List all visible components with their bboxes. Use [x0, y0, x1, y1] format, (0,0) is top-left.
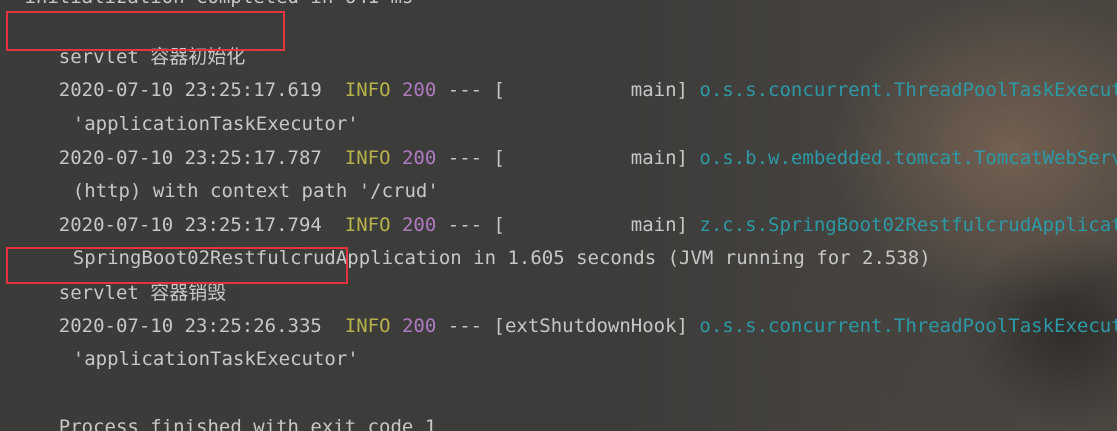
highlight-box-destroy: [6, 247, 348, 284]
log-continuation: (http) with context path '/crud': [27, 149, 439, 202]
log-pid: 200: [401, 79, 437, 101]
log-line: 2020-07-10 23:25:26.335 INFO 200 --- [ex…: [13, 284, 1117, 337]
console-output: initialization completed in 641 ms servl…: [0, 0, 1117, 431]
exit-message: Process finished with exit code 1: [58, 416, 437, 431]
log-message: 'applicationTaskExecutor': [72, 348, 359, 370]
highlight-box-init: [6, 11, 285, 51]
log-pid: 200: [401, 315, 437, 337]
log-separator: --- [: [436, 315, 505, 337]
log-thread: main]: [504, 147, 688, 169]
log-thread: main]: [504, 79, 688, 101]
log-line: 2020-07-10 23:25:17.794 INFO 200 --- [ m…: [13, 183, 1117, 236]
log-continuation: 'applicationTaskExecutor': [27, 317, 359, 370]
log-continuation: SpringBoot02RestfulcrudApplication in 1.…: [27, 216, 931, 269]
console-line-cut: initialization completed in 641 ms: [13, 0, 413, 11]
log-logger: o.s.s.concurrent.ThreadPoolTaskExecutor: [687, 79, 1117, 101]
log-continuation: 'applicationTaskExecutor': [27, 82, 359, 135]
log-thread: extShutdownHook]: [504, 315, 688, 337]
log-separator: --- [: [436, 79, 505, 101]
log-separator: --- [: [436, 147, 505, 169]
log-logger: o.s.b.w.embedded.tomcat.TomcatWebServer: [687, 147, 1117, 169]
log-line: 2020-07-10 23:25:17.787 INFO 200 --- [ m…: [13, 116, 1117, 169]
console-line-exit: Process finished with exit code 1: [13, 385, 437, 431]
log-logger: o.s.s.concurrent.ThreadPoolTaskExecutor: [687, 315, 1117, 337]
log-line: 2020-07-10 23:25:17.619 INFO 200 --- [ m…: [13, 48, 1117, 101]
